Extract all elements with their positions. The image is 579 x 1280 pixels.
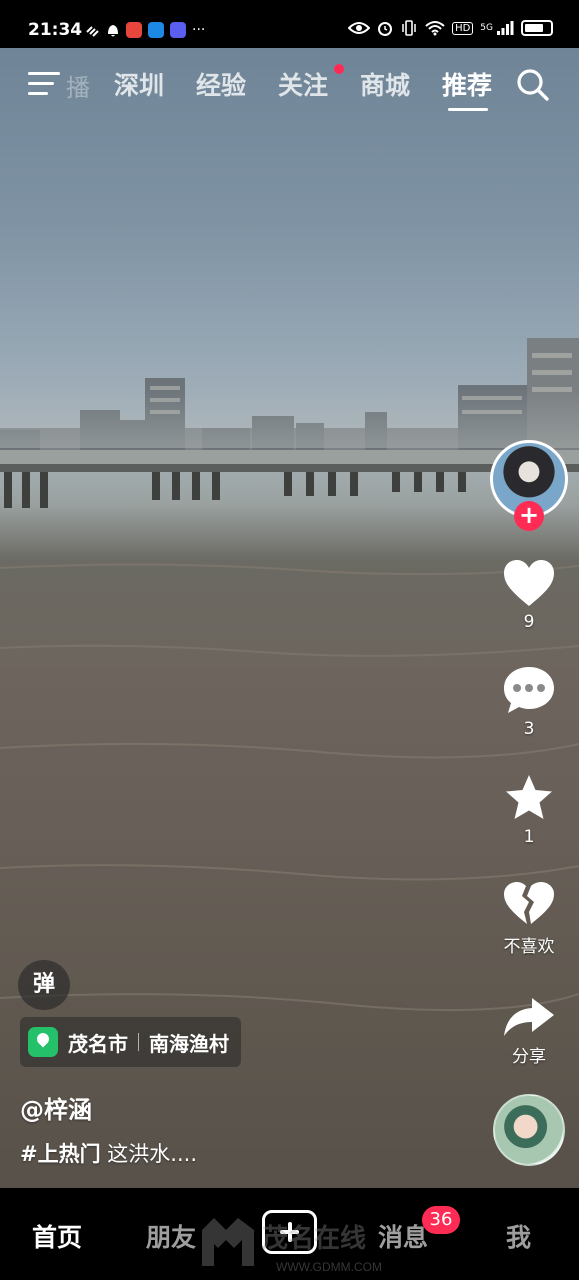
tab-experience[interactable]: 经验 <box>196 66 246 102</box>
share-label: 分享 <box>512 1047 546 1067</box>
bottom-tab-bar: 首页 朋友 消息 36 我 <box>0 1188 579 1280</box>
tab-me[interactable]: 我 <box>506 1218 531 1254</box>
link-icon <box>86 26 99 37</box>
alarm-icon <box>378 22 393 36</box>
system-icons: HD 5G <box>348 20 553 36</box>
danmaku-toggle[interactable]: 弹 <box>18 960 70 1010</box>
battery-icon <box>521 20 553 36</box>
tab-mall[interactable]: 商城 <box>360 66 410 102</box>
horizon-haze <box>0 388 579 448</box>
comment-button[interactable]: 3 <box>496 665 562 739</box>
like-count: 9 <box>523 612 535 632</box>
location-city: 茂名市 <box>68 1031 128 1056</box>
broken-heart-icon <box>504 882 554 924</box>
follow-button[interactable]: + <box>514 501 544 531</box>
following-notification-dot <box>334 64 344 74</box>
location-place: 南海渔村 <box>149 1031 229 1056</box>
heart-icon <box>504 560 554 606</box>
active-tab-indicator <box>448 108 488 111</box>
tab-following[interactable]: 关注 <box>278 66 328 102</box>
app-notification-icon <box>170 22 186 38</box>
wifi-icon <box>425 21 445 36</box>
menu-icon[interactable] <box>28 70 62 98</box>
dislike-button[interactable]: 不喜欢 <box>496 880 562 957</box>
post-caption: #上热门 这洪水.... <box>20 1138 197 1168</box>
like-button[interactable]: 9 <box>496 558 562 632</box>
star-icon <box>506 775 552 819</box>
top-nav: 播 深圳 经验 关注 商城 推荐 <box>0 56 579 116</box>
caption-text: 这洪水.... <box>107 1142 197 1166</box>
comment-count: 3 <box>523 719 535 739</box>
nav-tab-faded[interactable]: 播 <box>66 68 90 103</box>
network-type: 5G <box>480 23 493 33</box>
eye-icon <box>348 22 371 34</box>
dislike-label: 不喜欢 <box>503 937 555 957</box>
more-notifications-indicator: ··· <box>192 22 206 38</box>
creator-username[interactable]: @梓涵 <box>20 1090 92 1125</box>
vibrate-icon <box>402 20 416 36</box>
create-post-button[interactable] <box>262 1210 317 1254</box>
tab-home[interactable]: 首页 <box>32 1218 82 1254</box>
location-tag[interactable]: 茂名市 南海渔村 <box>20 1017 241 1067</box>
tab-friends[interactable]: 朋友 <box>146 1218 196 1254</box>
bell-icon <box>108 25 118 37</box>
search-icon[interactable] <box>516 68 550 102</box>
app-notification-icon <box>126 22 142 38</box>
status-time: 21:34 <box>28 20 83 40</box>
notification-icons: ··· <box>84 22 205 38</box>
hashtag-link[interactable]: #上热门 <box>20 1142 101 1166</box>
share-button[interactable]: 分享 <box>496 996 562 1067</box>
music-disc[interactable] <box>493 1094 565 1166</box>
favorite-button[interactable]: 1 <box>496 773 562 847</box>
comment-icon <box>504 667 554 713</box>
tab-shenzhen[interactable]: 深圳 <box>114 66 164 102</box>
signal-icon <box>497 21 514 35</box>
tab-recommended[interactable]: 推荐 <box>442 66 492 102</box>
messages-badge: 36 <box>422 1206 460 1234</box>
hd-indicator: HD <box>452 21 474 35</box>
app-notification-icon <box>148 22 164 38</box>
favorite-count: 1 <box>523 827 535 847</box>
tab-messages[interactable]: 消息 <box>378 1218 428 1254</box>
location-pin-icon <box>28 1027 58 1057</box>
location-divider <box>138 1033 139 1051</box>
share-icon <box>504 998 554 1036</box>
